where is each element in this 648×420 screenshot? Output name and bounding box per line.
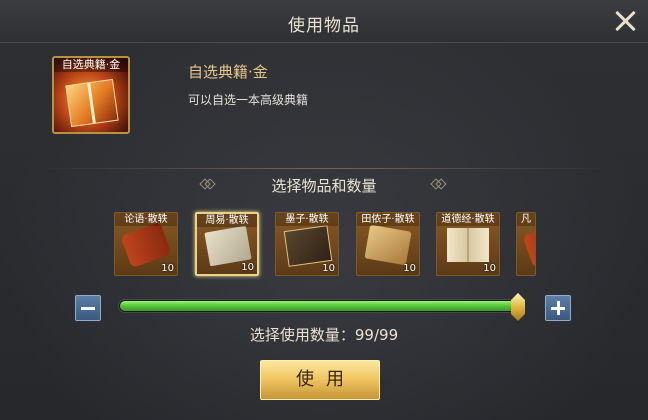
quantity-slider-handle[interactable]	[511, 290, 525, 324]
section-title: 选择物品和数量	[271, 177, 377, 195]
use-button[interactable]: 使用	[260, 360, 380, 400]
quantity-slider-fill	[120, 301, 518, 311]
quantity-readout: 选择使用数量：99/99	[0, 324, 648, 345]
choice-item[interactable]: 道德经·散轶 10	[436, 212, 500, 276]
choice-label: 田侬子·散轶	[357, 213, 419, 226]
choice-item[interactable]: 田侬子·散轶 10	[356, 212, 420, 276]
quantity-slider-track[interactable]	[118, 299, 520, 313]
quantity-label: 选择使用数量：	[249, 326, 355, 344]
ornament-right-icon	[432, 180, 444, 188]
dialog-title: 使用物品	[288, 16, 360, 36]
minus-icon	[81, 307, 95, 310]
scroll-icon	[120, 221, 172, 269]
choice-item[interactable]: 论语·散轶 10	[114, 212, 178, 276]
use-item-dialog: 使用物品 自选典籍·金 自选典籍·金 可以自选一本高级典籍 选择物品和数量 论语…	[0, 0, 648, 420]
choice-item[interactable]: 墨子·散轶 10	[275, 212, 339, 276]
choice-item[interactable]: 周易·散轶 10	[195, 212, 259, 276]
choice-label: 周易·散轶	[197, 214, 257, 227]
choice-count: 10	[403, 263, 416, 274]
choice-count: 10	[483, 263, 496, 274]
choice-item[interactable]: 凡	[516, 212, 536, 276]
item-name: 自选典籍·金	[188, 63, 268, 81]
close-icon[interactable]	[612, 8, 638, 34]
plaque-icon	[283, 225, 333, 267]
book-icon	[65, 78, 119, 128]
decrease-button[interactable]	[75, 295, 101, 321]
item-tag: 自选典籍·金	[54, 58, 128, 72]
quantity-value: 99/99	[354, 326, 399, 344]
book-icon	[204, 225, 252, 267]
choice-count: 10	[241, 262, 254, 273]
dialog-header: 使用物品	[0, 0, 648, 43]
bundle-icon	[364, 224, 412, 266]
increase-button[interactable]	[545, 295, 571, 321]
choice-label: 论语·散轶	[115, 213, 177, 226]
choice-count: 10	[322, 263, 335, 274]
choice-label: 凡	[517, 213, 535, 226]
section-divider	[40, 168, 608, 169]
choice-label: 道德经·散轶	[437, 213, 499, 226]
choice-count: 10	[161, 263, 174, 274]
item-description: 可以自选一本高级典籍	[188, 93, 309, 107]
choice-label: 墨子·散轶	[276, 213, 338, 226]
open-book-icon	[447, 228, 489, 262]
item-thumbnail: 自选典籍·金	[52, 56, 130, 134]
scroll-icon	[522, 221, 535, 269]
